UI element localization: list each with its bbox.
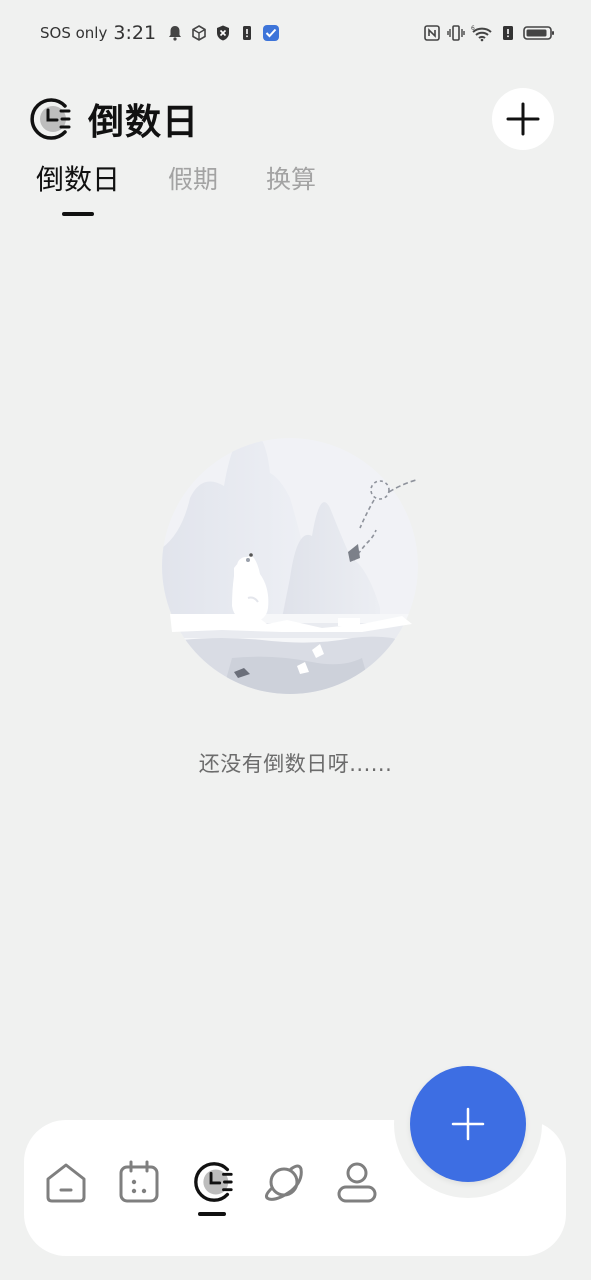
battery-icon bbox=[523, 26, 554, 40]
countdown-clock-icon bbox=[194, 1162, 233, 1202]
status-bar: SOS only 3:21 6 bbox=[0, 0, 591, 66]
home-icon bbox=[46, 1163, 86, 1203]
carrier-text: SOS only bbox=[40, 24, 108, 42]
add-countdown-button[interactable] bbox=[492, 88, 554, 150]
tab-countdown[interactable]: 倒数日 bbox=[36, 158, 120, 208]
sim-alert-icon-2 bbox=[503, 26, 513, 40]
nav-home[interactable] bbox=[42, 1158, 90, 1206]
nav-discover[interactable] bbox=[260, 1158, 308, 1206]
nav-active-indicator bbox=[198, 1212, 226, 1216]
header: 倒数日 bbox=[24, 88, 554, 150]
shield-icon bbox=[217, 25, 230, 41]
sim-alert-icon bbox=[243, 26, 252, 40]
empty-state-illustration bbox=[162, 438, 418, 694]
plus-icon bbox=[451, 1107, 485, 1141]
planet-icon bbox=[264, 1164, 303, 1201]
empty-state-message: 还没有倒数日呀...... bbox=[198, 752, 393, 776]
nav-calendar[interactable] bbox=[115, 1158, 163, 1206]
page-title: 倒数日 bbox=[88, 102, 200, 143]
package-icon bbox=[192, 25, 206, 41]
tab-bar: 倒数日 假期 换算 bbox=[36, 160, 316, 210]
plus-icon bbox=[506, 102, 540, 136]
wifi-icon: 6 bbox=[471, 25, 492, 42]
profile-icon bbox=[337, 1162, 377, 1203]
countdown-clock-icon bbox=[30, 98, 71, 140]
bell-icon bbox=[169, 26, 182, 41]
calendar-icon bbox=[119, 1160, 159, 1203]
app-notification-icon bbox=[263, 25, 280, 41]
nav-countdown[interactable] bbox=[188, 1158, 236, 1206]
add-fab-button[interactable] bbox=[410, 1066, 526, 1182]
tab-holidays[interactable]: 假期 bbox=[168, 160, 218, 210]
nav-profile[interactable] bbox=[333, 1158, 381, 1206]
tab-conversion[interactable]: 换算 bbox=[266, 160, 316, 210]
nfc-icon bbox=[424, 25, 440, 41]
vibrate-icon bbox=[447, 25, 465, 41]
app-screen: SOS only 3:21 6 倒数日 倒数日 假期 换算 还没有倒数日呀...… bbox=[0, 0, 591, 1280]
clock-text: 3:21 bbox=[113, 22, 157, 44]
